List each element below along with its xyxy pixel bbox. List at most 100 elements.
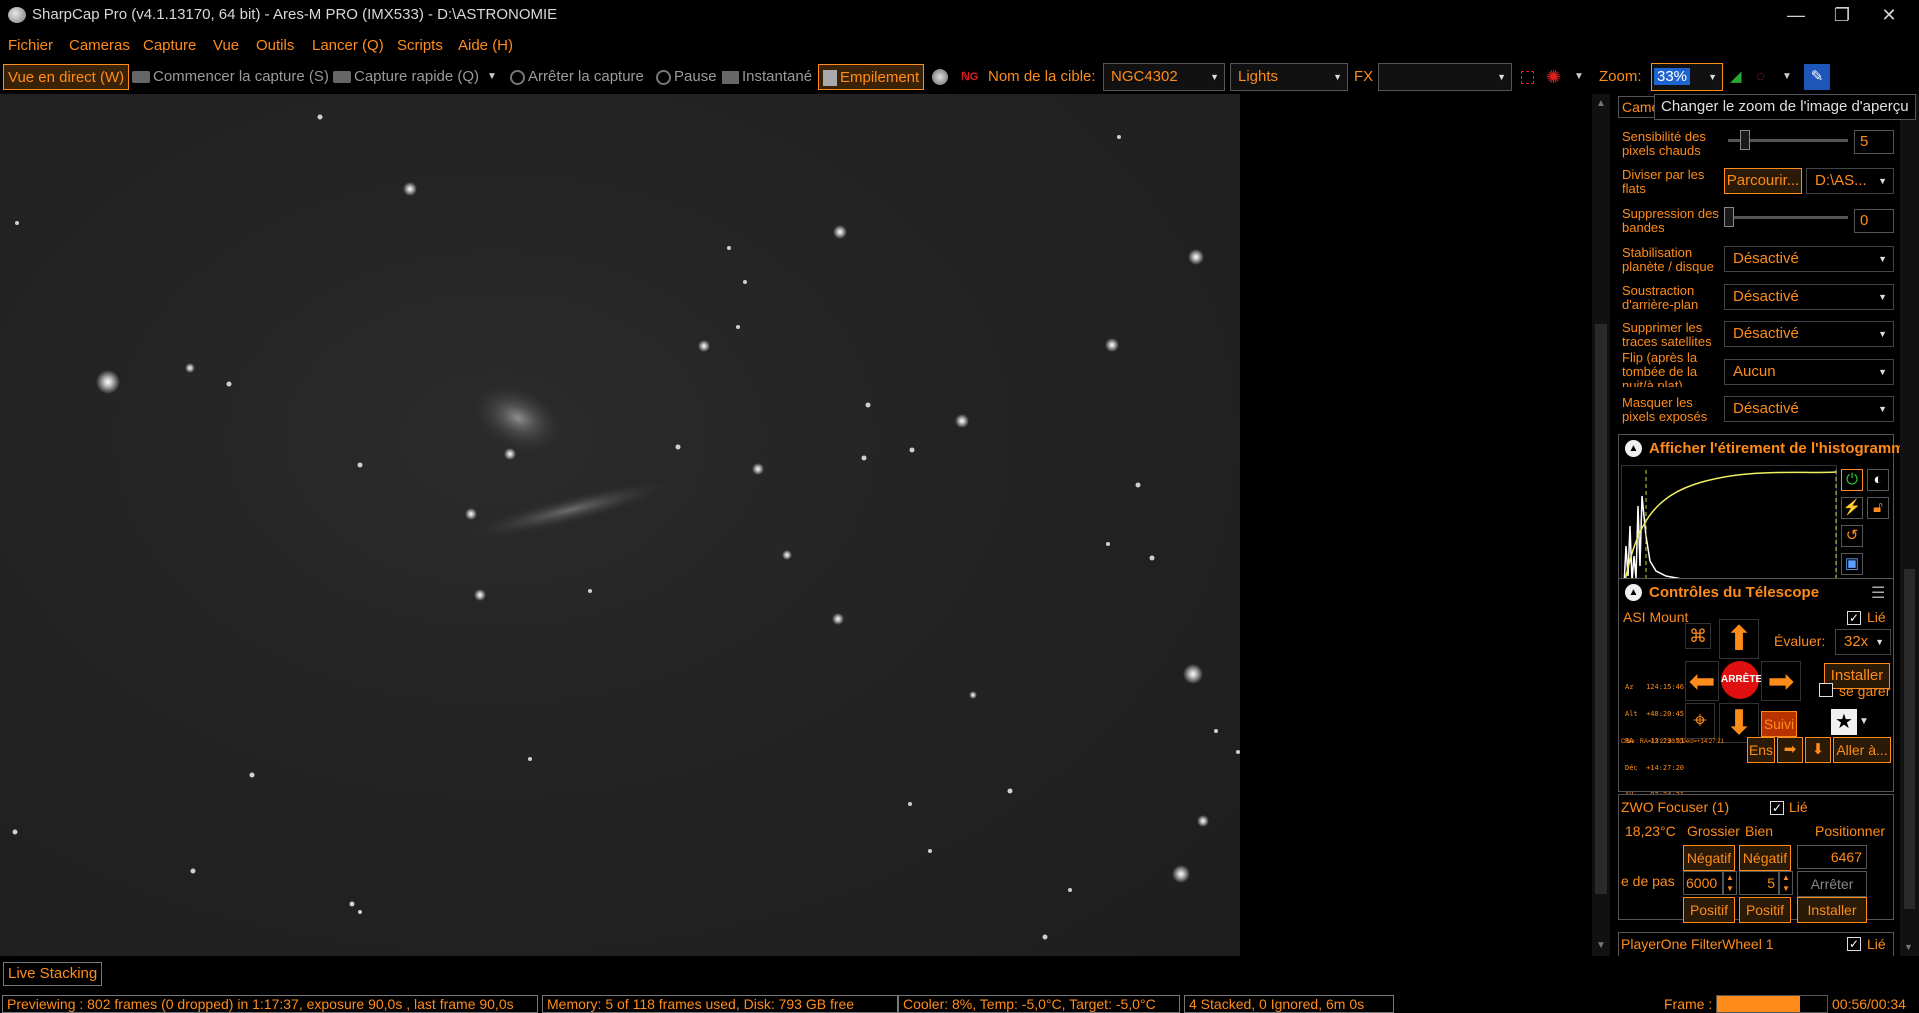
start-capture-button[interactable]: Commencer la capture (S) (132, 64, 329, 90)
coarse-negative-button[interactable]: Négatif (1683, 845, 1735, 871)
stop-button[interactable]: ARRÊTE (1721, 661, 1762, 699)
focuser-install-button[interactable]: Installer (1797, 897, 1867, 923)
rate-combo[interactable]: 32x ▼ (1835, 629, 1891, 655)
coarse-step-input[interactable]: 6000 (1683, 871, 1723, 895)
mask-pixels-combo[interactable]: Désactivé ▼ (1724, 396, 1894, 422)
fine-positive-button[interactable]: Positif (1739, 897, 1791, 923)
flats-path-combo[interactable]: D:\AS... ▼ (1806, 168, 1894, 194)
rate-label: Évaluer: (1774, 633, 1826, 649)
minimize-button[interactable]: — (1773, 0, 1819, 30)
background-subtraction-combo[interactable]: Désactivé ▼ (1724, 284, 1894, 310)
image-preview[interactable] (0, 94, 1240, 956)
menu-scripts[interactable]: Scripts (397, 37, 443, 54)
hot-pixel-value[interactable]: 5 (1854, 130, 1894, 154)
quick-capture-dropdown-icon[interactable]: ▼ (487, 64, 497, 90)
preview-scrollbar[interactable]: ▲ ▼ (1592, 94, 1610, 956)
banding-slider-thumb[interactable] (1724, 207, 1734, 227)
stop-capture-button[interactable]: Arrêter la capture (510, 64, 644, 90)
zoom-label: Zoom: (1599, 68, 1642, 85)
zoom-combo[interactable]: 33% ▼ (1651, 63, 1723, 91)
collapse-icon[interactable]: ▲ (1625, 584, 1642, 601)
auto-stretch-icon[interactable]: ⚡ (1841, 497, 1863, 519)
contrast-icon[interactable]: ◐ (1867, 469, 1889, 491)
quick-capture-button[interactable]: Capture rapide (Q) (333, 64, 479, 90)
park-checkbox[interactable] (1819, 683, 1833, 697)
histogram-icon[interactable]: ◢ (1730, 64, 1742, 90)
fine-step-input[interactable]: 5 (1739, 871, 1779, 895)
roi-icon[interactable] (1521, 64, 1534, 90)
home-position-icon[interactable]: ⌖ (1685, 703, 1715, 739)
scroll-down-icon[interactable]: ▼ (1595, 940, 1607, 954)
fine-negative-button[interactable]: Négatif (1739, 845, 1791, 871)
reticle-dropdown-icon[interactable]: ▼ (1574, 64, 1584, 90)
dark-frame-icon[interactable]: ℕG (961, 64, 978, 90)
scroll-up-icon[interactable]: ▲ (1595, 98, 1607, 112)
timer-icon[interactable]: ◌ (1756, 64, 1765, 90)
panel-scrollbar[interactable]: ▲ ▼ (1900, 94, 1919, 956)
arrow-down-small-icon[interactable]: ⬇ (1805, 737, 1831, 763)
coarse-positive-button[interactable]: Positif (1683, 897, 1735, 923)
focuser-stop-button[interactable]: Arrêter (1797, 871, 1867, 897)
scrollbar-thumb[interactable] (1904, 569, 1915, 909)
reset-icon[interactable]: ↺ (1841, 525, 1863, 547)
histogram-chart[interactable] (1621, 465, 1837, 589)
arrow-left-icon[interactable]: ⬅ (1685, 661, 1719, 701)
lock-icon[interactable]: 🔓︎ (1867, 497, 1889, 519)
crosshair-icon[interactable]: ✺ (1546, 64, 1561, 90)
scroll-down-icon[interactable]: ▼ (1904, 942, 1913, 952)
histogram-header[interactable]: ▲ Afficher l'étirement de l'histogramm (1619, 435, 1905, 461)
satellite-removal-combo[interactable]: Désactivé ▼ (1724, 321, 1894, 347)
stacking-button[interactable]: Empilement (818, 64, 925, 90)
arrow-right-small-icon[interactable]: ➡ (1777, 737, 1803, 763)
snapshot-button[interactable]: Instantané (722, 64, 812, 90)
banding-value[interactable]: 0 (1854, 209, 1894, 233)
star-icon[interactable]: ★ (1831, 709, 1857, 735)
browse-button[interactable]: Parcourir... (1724, 168, 1802, 194)
menu-capture[interactable]: Capture (143, 37, 196, 54)
telescope-header[interactable]: ▲ Contrôles du Télescope ☰ (1619, 579, 1893, 605)
frame-type-combo[interactable]: Lights ▼ (1230, 63, 1348, 91)
arrow-up-icon[interactable]: ⬆ (1719, 619, 1759, 659)
live-stacking-tab[interactable]: Live Stacking (3, 962, 103, 986)
menu-tools[interactable]: Outils (256, 37, 294, 54)
flip-combo[interactable]: Aucun ▼ (1724, 359, 1894, 385)
filterwheel-linked-checkbox[interactable]: ✓ (1847, 937, 1861, 951)
goto-button[interactable]: Aller à... (1833, 737, 1891, 763)
menu-cameras[interactable]: Cameras (69, 37, 130, 54)
focuser-linked-checkbox[interactable]: ✓ (1770, 801, 1784, 815)
restore-button[interactable]: ❐ (1819, 0, 1865, 30)
focus-tool-icon[interactable] (932, 64, 948, 90)
pin-icon[interactable]: ✎ (1804, 64, 1830, 90)
target-name-combo[interactable]: NGC4302 ▼ (1103, 63, 1225, 91)
banding-slider-track[interactable] (1728, 216, 1848, 219)
star-dropdown-icon[interactable]: ▼ (1859, 709, 1873, 735)
track-button[interactable]: Suivi (1761, 711, 1797, 737)
menu-icon[interactable]: ☰ (1871, 583, 1885, 603)
histogram-title: Afficher l'étirement de l'histogramm (1649, 440, 1905, 457)
spiral-search-icon[interactable]: ⌘ (1685, 623, 1711, 649)
menu-file[interactable]: Fichier (8, 37, 53, 54)
menu-launch[interactable]: Lancer (Q) (312, 37, 384, 54)
menu-help[interactable]: Aide (H) (458, 37, 513, 54)
power-icon[interactable]: ⏻ (1841, 469, 1863, 491)
fx-combo[interactable]: ▼ (1378, 63, 1512, 91)
close-button[interactable]: ✕ (1866, 0, 1912, 30)
position-value[interactable]: 6467 (1797, 845, 1867, 869)
live-view-button[interactable]: Vue en direct (W) (3, 64, 130, 90)
collapse-icon[interactable]: ▲ (1625, 440, 1642, 457)
coarse-step-spinner-icon[interactable]: ▲ ▼ (1723, 871, 1737, 895)
menu-view[interactable]: Vue (213, 37, 239, 54)
stabilisation-combo[interactable]: Désactivé ▼ (1724, 246, 1894, 272)
chevron-down-icon: ▼ (1878, 176, 1887, 186)
scrollbar-thumb[interactable] (1595, 324, 1607, 894)
mount-linked-checkbox[interactable]: ✓ (1847, 611, 1861, 625)
pause-button[interactable]: Pause (656, 64, 717, 90)
save-icon[interactable]: ▣ (1841, 553, 1863, 575)
tools-dropdown-icon[interactable]: ▼ (1782, 64, 1792, 90)
chevron-down-icon: ▼ (1210, 72, 1219, 82)
fine-step-spinner-icon[interactable]: ▲ ▼ (1779, 871, 1793, 895)
hot-pixel-slider-thumb[interactable] (1740, 130, 1750, 150)
arrow-right-icon[interactable]: ➡ (1761, 661, 1801, 701)
preview-status: Previewing : 802 frames (0 dropped) in 1… (2, 995, 538, 1013)
set-button[interactable]: Ens (1747, 737, 1775, 763)
